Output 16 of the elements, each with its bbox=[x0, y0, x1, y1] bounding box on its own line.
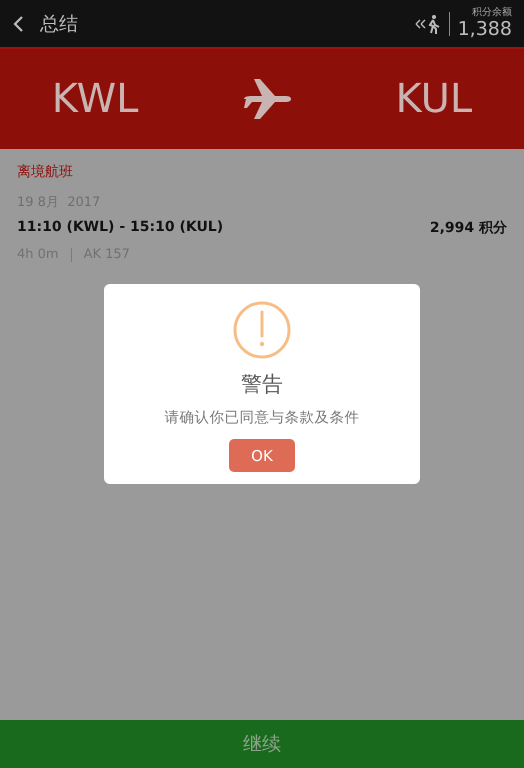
flight-times: 11:10 (KWL) - 15:10 (KUL) bbox=[17, 219, 224, 237]
walking-person-icon bbox=[414, 14, 441, 34]
back-icon[interactable] bbox=[12, 14, 26, 32]
airplane-icon bbox=[242, 76, 292, 122]
ok-button[interactable]: OK bbox=[229, 439, 295, 472]
page-title: 总结 bbox=[40, 12, 78, 36]
warning-icon bbox=[232, 300, 292, 360]
points-balance-label: 积分余额 bbox=[472, 6, 512, 18]
origin-code: KWL bbox=[52, 76, 138, 122]
points-balance: 1,388 bbox=[458, 18, 512, 38]
dialog-message: 请确认你已同意与条款及条件 bbox=[164, 409, 360, 427]
dialog-title: 警告 bbox=[241, 371, 283, 398]
destination-code: KUL bbox=[396, 76, 472, 122]
section-title: 离境航班 bbox=[17, 163, 74, 181]
continue-button[interactable]: 继续 bbox=[0, 720, 524, 768]
flight-points: 2,994 积分 bbox=[430, 219, 507, 237]
